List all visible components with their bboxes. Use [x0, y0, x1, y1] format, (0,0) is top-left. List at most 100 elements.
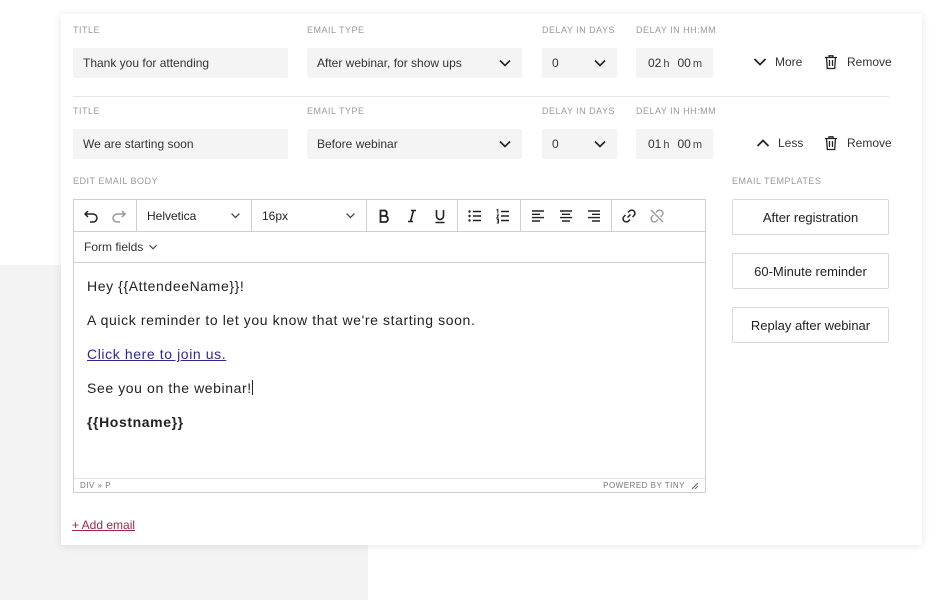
font-family-value: Helvetica — [147, 208, 197, 223]
align-right-icon — [588, 209, 600, 222]
greeting-paragraph: Hey {{AttendeeName}}! — [87, 278, 245, 294]
bullet-list-button[interactable] — [461, 200, 489, 231]
join-link[interactable]: Click here to join us. — [87, 346, 226, 362]
more-toggle[interactable]: More — [753, 55, 802, 69]
email-type-label: EMAIL TYPE — [307, 25, 365, 35]
delay-days-select[interactable]: 0 — [542, 48, 617, 78]
delay-days-select[interactable]: 0 — [542, 129, 617, 159]
email-type-label: EMAIL TYPE — [307, 106, 365, 116]
title-label: TITLE — [73, 25, 101, 35]
minutes-unit: m — [692, 58, 703, 70]
history-group — [74, 200, 137, 231]
bold-button[interactable] — [370, 200, 398, 231]
chevron-down-icon — [753, 58, 767, 66]
underline-icon — [435, 209, 445, 223]
resize-handle-icon[interactable] — [691, 482, 699, 490]
row-divider — [73, 96, 889, 97]
title-value: Thank you for attending — [83, 56, 210, 70]
more-label: More — [775, 55, 803, 69]
email-templates-label: EMAIL TEMPLATES — [732, 176, 822, 186]
underline-button[interactable] — [426, 200, 454, 231]
editor-statusbar: DIV » P POWERED BY TINY — [74, 478, 705, 492]
align-center-button[interactable] — [552, 200, 580, 231]
link-icon — [622, 208, 636, 223]
email-type-select[interactable]: Before webinar — [307, 129, 522, 159]
less-toggle[interactable]: Less — [756, 136, 803, 150]
delay-time-input[interactable]: 01 h 00 m — [636, 129, 713, 159]
unlink-button[interactable] — [643, 200, 671, 231]
align-right-button[interactable] — [580, 200, 608, 231]
chevron-up-icon — [756, 139, 770, 147]
delay-time-input[interactable]: 02 h 00 m — [636, 48, 713, 78]
email-type-value: Before webinar — [317, 137, 398, 151]
delay-time-label: DELAY IN HH:MM — [636, 106, 717, 116]
remove-button[interactable]: Remove — [823, 54, 892, 70]
delay-time-label: DELAY IN HH:MM — [636, 25, 717, 35]
emails-card: TITLE Thank you for attending EMAIL TYPE… — [61, 14, 922, 545]
editor-content[interactable]: Hey {{AttendeeName}}! A quick reminder t… — [87, 278, 475, 448]
italic-button[interactable] — [398, 200, 426, 231]
italic-icon — [408, 209, 416, 222]
edit-email-body-label: EDIT EMAIL BODY — [73, 176, 159, 186]
email-type-select[interactable]: After webinar, for show ups — [307, 48, 522, 78]
align-left-button[interactable] — [524, 200, 552, 231]
hours-value: 01 — [648, 137, 662, 151]
chevron-down-icon — [594, 59, 606, 67]
title-value: We are starting soon — [83, 137, 194, 151]
numbered-list-icon — [495, 208, 509, 223]
align-left-icon — [532, 209, 544, 222]
reminder-paragraph: A quick reminder to let you know that we… — [87, 312, 476, 328]
unlink-icon — [650, 208, 664, 223]
trash-icon — [825, 136, 837, 151]
chevron-down-icon — [499, 140, 511, 148]
text-cursor — [251, 380, 253, 395]
font-family-select[interactable]: Helvetica — [137, 200, 252, 231]
format-group — [367, 200, 458, 231]
redo-icon — [112, 209, 127, 223]
remove-button[interactable]: Remove — [823, 135, 892, 151]
minutes-unit: m — [692, 139, 703, 151]
element-path: DIV » P — [80, 481, 112, 490]
minutes-value: 00 — [677, 137, 691, 151]
editor-toolbar: Helvetica 16px — [74, 200, 705, 232]
trash-icon — [825, 55, 837, 70]
list-group — [458, 200, 521, 231]
signature-paragraph: {{Hostname}} — [87, 414, 184, 430]
template-after-registration-button[interactable]: After registration — [732, 199, 889, 235]
align-center-icon — [560, 209, 572, 222]
chevron-down-icon — [499, 59, 511, 67]
template-60-minute-reminder-button[interactable]: 60-Minute reminder — [732, 253, 889, 289]
delay-days-value: 0 — [552, 56, 559, 70]
delay-days-value: 0 — [552, 137, 559, 151]
less-label: Less — [778, 136, 804, 150]
bullet-list-icon — [468, 209, 481, 222]
hours-value: 02 — [648, 56, 662, 70]
delay-days-label: DELAY IN DAYS — [542, 106, 616, 116]
insert-link-button[interactable] — [615, 200, 643, 231]
title-input[interactable]: Thank you for attending — [73, 48, 288, 78]
chevron-down-icon — [149, 244, 158, 250]
title-label: TITLE — [73, 106, 101, 116]
numbered-list-button[interactable] — [489, 200, 517, 231]
title-input[interactable]: We are starting soon — [73, 129, 288, 159]
chevron-down-icon — [346, 213, 355, 219]
remove-label: Remove — [847, 55, 892, 69]
minutes-value: 00 — [677, 56, 691, 70]
bold-icon — [379, 209, 389, 223]
powered-by-label: POWERED BY TINY — [603, 481, 685, 490]
form-fields-label: Form fields — [84, 240, 144, 254]
font-size-value: 16px — [262, 208, 289, 223]
link-group — [612, 200, 674, 231]
redo-button[interactable] — [105, 200, 133, 231]
email-body-editor: Helvetica 16px Form fields Hey {{Attende… — [73, 199, 706, 493]
form-fields-menu[interactable]: Form fields — [74, 232, 705, 263]
template-replay-after-webinar-button[interactable]: Replay after webinar — [732, 307, 889, 343]
hours-unit: h — [663, 139, 670, 151]
undo-icon — [83, 209, 98, 223]
add-email-link[interactable]: + Add email — [72, 518, 135, 532]
align-group — [521, 200, 612, 231]
undo-button[interactable] — [77, 200, 105, 231]
font-size-select[interactable]: 16px — [252, 200, 367, 231]
email-type-value: After webinar, for show ups — [317, 56, 462, 70]
chevron-down-icon — [231, 213, 240, 219]
